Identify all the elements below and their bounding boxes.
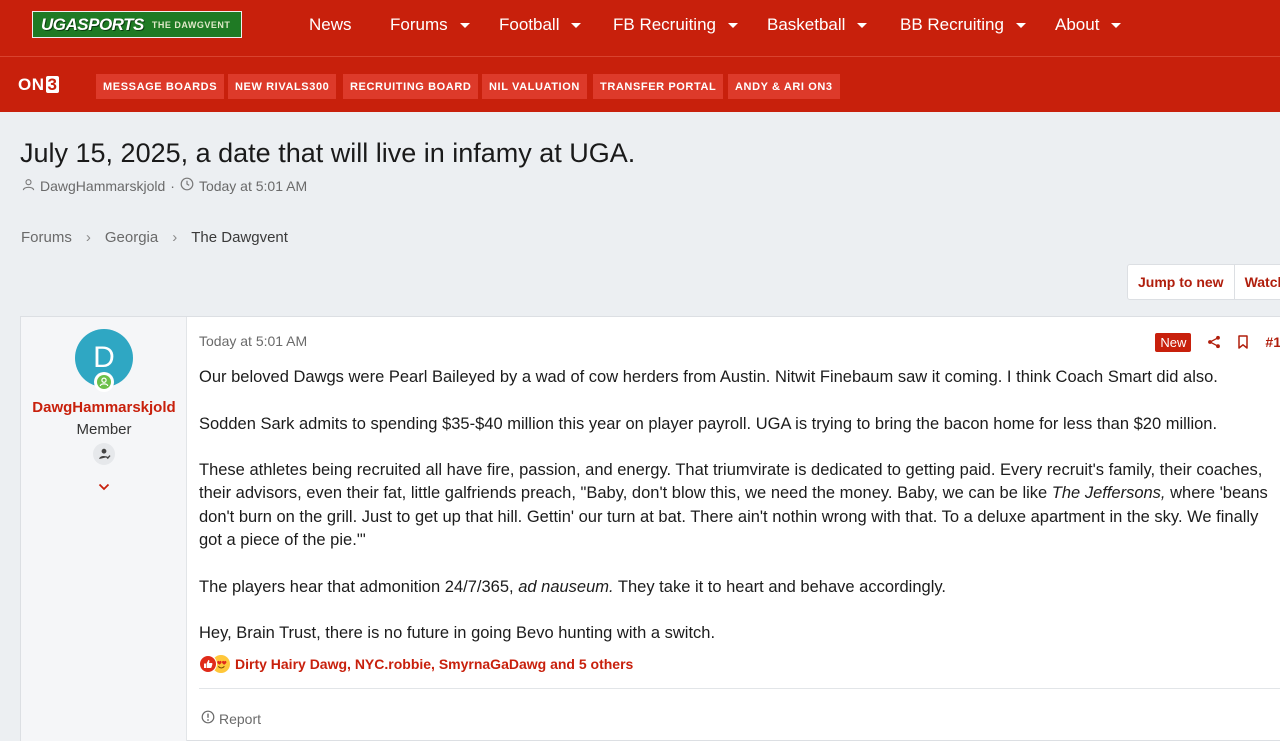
nav-bb-recruiting[interactable]: BB Recruiting [900, 13, 1026, 37]
logo-sub-text: THE DAWGVENT [151, 19, 231, 30]
jump-to-new-button[interactable]: Jump to new [1128, 265, 1234, 299]
subnav-recruiting-board[interactable]: RECRUITING BOARD [343, 74, 479, 99]
on3-navigation: ON 3 MESSAGE BOARDS NEW RIVALS300 RECRUIT… [0, 56, 1280, 112]
post-message: Today at 5:01 AM New #1 Our beloved Dawg… [199, 317, 1280, 741]
reactions-bar: Dirty Hairy Dawg, NYC.robbie, SmyrnaGaDa… [199, 654, 633, 674]
like-reaction-icon [199, 655, 217, 673]
nav-fb-recruiting-label: FB Recruiting [613, 15, 716, 34]
on3-brand-mark: 3 [45, 75, 60, 94]
expand-user-info-chevron-down-icon[interactable] [97, 481, 111, 493]
breadcrumb-georgia[interactable]: Georgia [105, 229, 158, 246]
chevron-right-icon: › [172, 229, 178, 246]
reaction-icons [199, 654, 233, 674]
post-actions: New #1 [1155, 331, 1280, 353]
post-username[interactable]: DawgHammarskjold [21, 399, 187, 416]
thread-action-buttons: Jump to new Watch [1127, 264, 1280, 300]
post-paragraph: The players hear that admonition 24/7/36… [199, 576, 1269, 599]
watch-button[interactable]: Watch [1233, 265, 1280, 299]
share-icon[interactable] [1207, 335, 1221, 349]
top-navigation: UGASPORTS THE DAWGVENT News Forums Footb… [0, 0, 1280, 56]
page-title: July 15, 2025, a date that will live in … [20, 138, 636, 168]
nav-bb-recruiting-label: BB Recruiting [900, 15, 1004, 34]
breadcrumb-forums[interactable]: Forums [21, 229, 72, 246]
post-body: Our beloved Dawgs were Pearl Baileyed by… [199, 366, 1269, 646]
user-icon [22, 178, 40, 194]
nav-news[interactable]: News [309, 13, 352, 37]
post-paragraph: Sodden Sark admits to spending $35-$40 m… [199, 414, 1218, 433]
site-logo[interactable]: UGASPORTS THE DAWGVENT [32, 11, 242, 38]
nav-basketball-label: Basketball [767, 15, 846, 34]
logo-main-text: UGASPORTS [41, 14, 144, 34]
bookmark-icon[interactable] [1237, 335, 1249, 349]
nav-football-label: Football [499, 15, 560, 34]
post-number-link[interactable]: #1 [1265, 334, 1280, 350]
on3-logo[interactable]: ON 3 [18, 75, 60, 95]
subnav-andy-ari-on3[interactable]: ANDY & ARI ON3 [728, 74, 840, 99]
subnav-new-rivals300[interactable]: NEW RIVALS300 [228, 74, 337, 99]
caret-down-icon [459, 23, 470, 28]
nav-news-label: News [309, 15, 352, 34]
new-badge: New [1155, 332, 1192, 352]
user-title: Member [76, 421, 132, 438]
nav-about-label: About [1055, 15, 1100, 34]
chevron-right-icon: › [85, 229, 91, 246]
post-date[interactable]: Today at 5:01 AM [199, 333, 307, 349]
text-segment: The players hear that admonition 24/7/36… [199, 577, 519, 596]
thread-meta: DawgHammarskjold · Today at 5:01 AM [22, 177, 307, 194]
post-paragraph: Hey, Brain Trust, there is no future in … [199, 624, 716, 643]
report-button[interactable]: Report [201, 710, 261, 727]
subnav-message-boards[interactable]: MESSAGE BOARDS [96, 74, 225, 99]
post-user-column: D DawgHammarskjold Member [21, 317, 187, 741]
online-status-icon [94, 372, 114, 392]
nav-basketball[interactable]: Basketball [767, 13, 868, 37]
italic-text: The Jeffersons, [1051, 484, 1166, 503]
meta-separator: · [170, 177, 175, 194]
nav-forums[interactable]: Forums [390, 13, 470, 37]
caret-down-icon [571, 23, 582, 28]
reactions-list-link[interactable]: Dirty Hairy Dawg, NYC.robbie, SmyrnaGaDa… [235, 656, 633, 672]
clock-icon [180, 177, 199, 194]
on3-brand: ON [18, 75, 45, 94]
caret-down-icon [857, 23, 868, 28]
user-badge-icon [93, 443, 115, 465]
italic-text: ad nauseum. [518, 577, 614, 596]
nav-about[interactable]: About [1055, 13, 1122, 37]
alert-circle-icon [201, 710, 219, 727]
subnav-transfer-portal[interactable]: TRANSFER PORTAL [593, 74, 724, 99]
nav-forums-label: Forums [390, 15, 448, 34]
subnav-nil-valuation[interactable]: NIL VALUATION [482, 74, 587, 99]
avatar-letter: D [93, 341, 115, 374]
text-segment: They take it to heart and behave accordi… [613, 577, 946, 596]
caret-down-icon [1111, 23, 1122, 28]
thread-time-link[interactable]: Today at 5:01 AM [199, 178, 307, 194]
thread-author-link[interactable]: DawgHammarskjold [40, 178, 165, 194]
nav-fb-recruiting[interactable]: FB Recruiting [613, 13, 738, 37]
nav-football[interactable]: Football [499, 13, 582, 37]
post-footer-divider [199, 688, 1280, 689]
post-paragraph: Our beloved Dawgs were Pearl Baileyed by… [199, 368, 1218, 386]
caret-down-icon [1015, 23, 1026, 28]
post-paragraph: These athletes being recruited all have … [199, 459, 1269, 552]
report-label: Report [219, 710, 262, 727]
post: D DawgHammarskjold Member Today at 5:01 … [20, 316, 1280, 741]
caret-down-icon [727, 23, 738, 28]
breadcrumb-the-dawgvent[interactable]: The Dawgvent [191, 229, 288, 246]
breadcrumb: Forums › Georgia › The Dawgvent [21, 229, 288, 246]
